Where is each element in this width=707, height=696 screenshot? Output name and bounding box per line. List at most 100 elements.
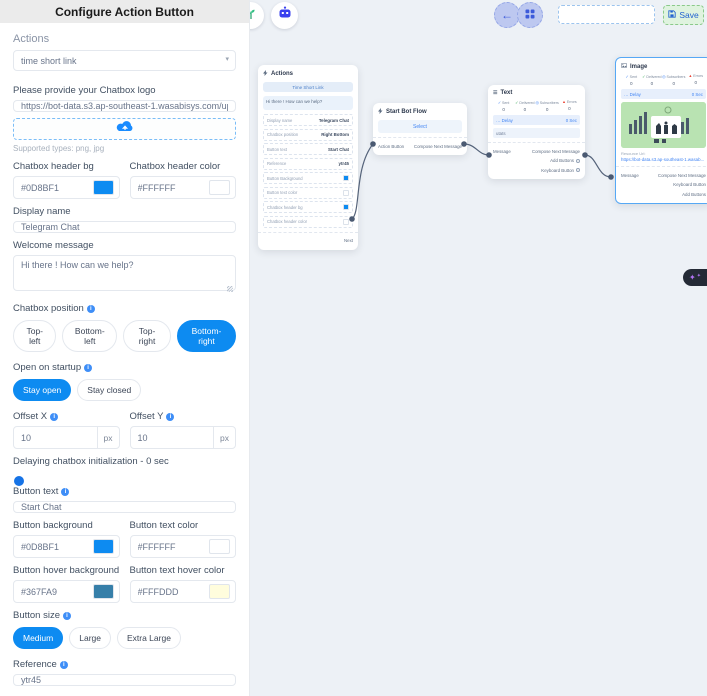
button-hover-bg-swatch[interactable] <box>93 584 114 599</box>
button-bg-input[interactable] <box>14 542 93 552</box>
keyboard-button-port[interactable]: Keyboard Button <box>621 181 706 189</box>
message-input-port[interactable]: Message <box>621 173 639 178</box>
welcome-message-wrap: Hi there ! How can we help? <box>13 255 236 296</box>
actions-row-header-bg: Chatbox header bg <box>263 201 353 213</box>
port-dot[interactable] <box>608 174 614 180</box>
actions-row-button-text: Button text Start Chat <box>263 143 353 155</box>
size-large-pill[interactable]: Large <box>69 627 111 649</box>
info-icon: i <box>84 364 92 372</box>
image-node-stats: ✓Sent 0 ✓Delivered 0 ◎Subscribers 0 ▲Err… <box>621 74 706 86</box>
stay-open-pill[interactable]: Stay open <box>13 379 71 401</box>
node-separator <box>258 232 358 233</box>
add-buttons-port[interactable]: Add Buttons <box>621 190 706 198</box>
button-size-label: Button size i <box>13 610 236 621</box>
stay-closed-pill[interactable]: Stay closed <box>77 379 141 401</box>
action-button-input-port[interactable]: Action Button <box>378 144 404 149</box>
button-text-label: Button text i <box>13 486 236 497</box>
info-icon: i <box>63 612 71 620</box>
action-select-input[interactable] <box>13 50 236 71</box>
stat-sent: ✓Sent 0 <box>493 100 514 112</box>
message-input-port[interactable]: Message <box>493 149 511 154</box>
canvas-save-button[interactable]: Save <box>663 5 704 25</box>
image-node-extra-ports: Keyboard Button Add Buttons <box>621 181 706 199</box>
size-medium-pill[interactable]: Medium <box>13 627 63 649</box>
button-bg-swatch[interactable] <box>93 539 114 554</box>
button-hover-bg-input[interactable] <box>14 587 93 597</box>
resource-url-link[interactable]: https://bot-data.s3.ap-southeast-1.wasab… <box>621 157 706 162</box>
header-color-input[interactable] <box>131 183 210 193</box>
offset-x-field: px <box>13 426 120 449</box>
button-text-hover-input[interactable] <box>131 587 210 597</box>
keyboard-button-port[interactable]: Keyboard Button <box>493 166 580 174</box>
info-icon: i <box>166 413 174 421</box>
supported-types-hint: Supported types: png, jpg <box>13 144 236 153</box>
flow-canvas[interactable]: ← Save Actions Time Short Link Hi there … <box>250 0 707 696</box>
actions-row-display-name: Display name Telegram Chat <box>263 114 353 126</box>
actions-node-action-pill[interactable]: Time Short Link <box>263 82 353 92</box>
image-node-delay-bar[interactable]: … Delay 0 Sec <box>621 89 706 99</box>
compose-next-message-output-port[interactable]: Compose Next Message <box>532 149 580 154</box>
compose-next-message-output-port[interactable]: Compose Next Message <box>658 173 706 178</box>
display-name-input[interactable] <box>13 221 236 233</box>
resource-url-label: Resource Url: <box>621 151 706 156</box>
text-node[interactable]: ☰ Text ✓Sent 0 ✓Delivered 0 ◎Subscribers… <box>488 85 585 179</box>
welcome-message-label: Welcome message <box>13 240 236 251</box>
size-extra-large-pill[interactable]: Extra Large <box>117 627 181 649</box>
stat-errors: ▲Errors 0 <box>685 74 706 86</box>
grid-icon <box>525 8 535 22</box>
action-select[interactable]: ▾ <box>13 50 236 71</box>
flow-name-input[interactable] <box>558 5 655 24</box>
image-preview-illustration <box>621 102 706 148</box>
header-bg-input[interactable] <box>14 183 93 193</box>
add-buttons-port[interactable]: Add Buttons <box>493 157 580 165</box>
bot-button[interactable] <box>271 2 298 29</box>
node-separator <box>373 137 467 138</box>
plant-button[interactable] <box>250 2 264 29</box>
info-icon: i <box>61 488 69 496</box>
button-text-hover-swatch[interactable] <box>209 584 230 599</box>
actions-next-port[interactable]: Next <box>263 237 353 245</box>
text-node-content[interactable]: utats <box>493 128 580 138</box>
logo-url-input[interactable] <box>13 100 236 112</box>
button-text-color-input[interactable] <box>131 542 210 552</box>
offset-y-input[interactable] <box>131 433 214 443</box>
stat-delivered: ✓Delivered 0 <box>642 74 663 86</box>
header-color-swatch[interactable] <box>209 180 230 195</box>
dashboard-button[interactable] <box>517 2 543 28</box>
button-text-color-field <box>130 535 237 558</box>
port-ring-icon <box>576 159 580 163</box>
button-text-color-swatch[interactable] <box>209 539 230 554</box>
node-separator <box>488 142 585 143</box>
position-top-left-pill[interactable]: Top-left <box>13 320 56 352</box>
flash-icon <box>378 108 383 116</box>
position-bottom-left-pill[interactable]: Bottom-left <box>62 320 117 352</box>
logo-upload-dropzone[interactable] <box>13 118 236 140</box>
panel-title: Configure Action Button <box>0 0 249 23</box>
ai-assistant-button[interactable]: ✦ ✦ <box>683 269 707 286</box>
position-top-right-pill[interactable]: Top-right <box>123 320 171 352</box>
header-bg-swatch[interactable] <box>93 180 114 195</box>
delay-slider-thumb[interactable] <box>14 476 24 486</box>
start-node-select[interactable]: Select <box>378 120 462 133</box>
header-color-label: Chatbox header color <box>130 161 237 172</box>
start-bot-flow-node[interactable]: Start Bot Flow Select Action Button Comp… <box>373 103 467 155</box>
reference-input[interactable] <box>13 674 236 686</box>
offset-x-input[interactable] <box>14 433 97 443</box>
info-icon: i <box>60 661 68 669</box>
node-separator <box>616 166 707 167</box>
welcome-message-textarea[interactable]: Hi there ! How can we help? <box>13 255 236 291</box>
color-swatch <box>343 204 349 210</box>
actions-node[interactable]: Actions Time Short Link Hi there ! How c… <box>258 65 358 250</box>
image-preview[interactable] <box>621 102 706 148</box>
image-node[interactable]: Image ✓Sent 0 ✓Delivered 0 ◎Subscribers … <box>615 57 707 204</box>
button-text-input[interactable] <box>13 501 236 513</box>
button-bg-label: Button background <box>13 520 120 531</box>
position-bottom-right-pill[interactable]: Bottom-right <box>177 320 236 352</box>
actions-row-button-text-color: Button text color <box>263 187 353 199</box>
button-hover-bg-field <box>13 580 120 603</box>
stat-subscribers: ◎Subscribers 0 <box>662 74 685 86</box>
text-node-delay-bar[interactable]: … Delay 0 Sec <box>493 115 580 125</box>
text-node-stats: ✓Sent 0 ✓Delivered 0 ◎Subscribers 0 ▲Err… <box>493 100 580 112</box>
compose-next-message-output-port[interactable]: Compose Next Message <box>414 144 462 149</box>
stat-sent: ✓Sent 0 <box>621 74 642 86</box>
